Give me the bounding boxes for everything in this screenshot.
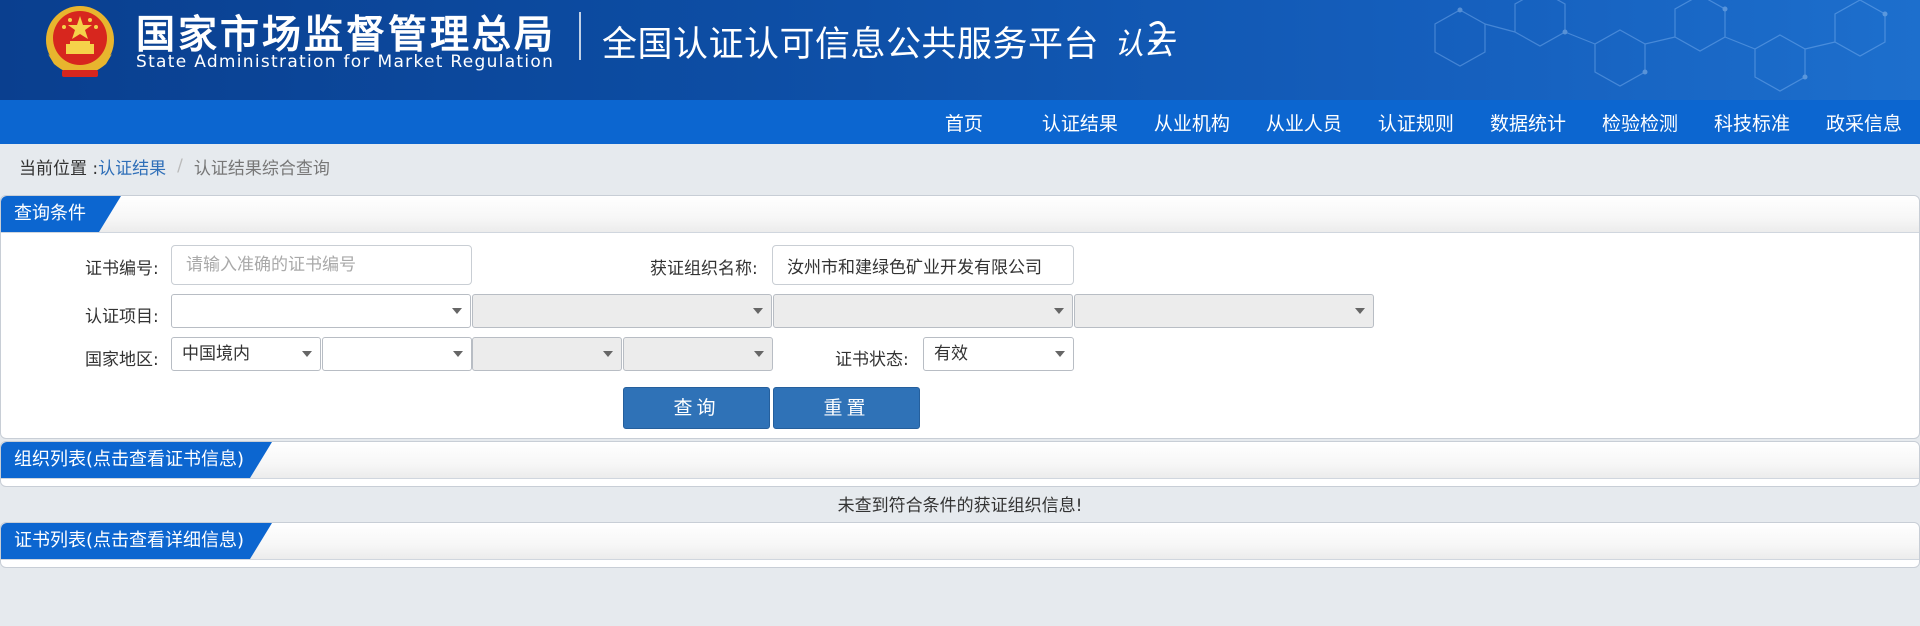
national-emblem-icon bbox=[46, 6, 114, 77]
nav-list: 首页 认证结果 从业机构 从业人员 认证规则 数据统计 检验检测 科技标准 政采… bbox=[945, 100, 1902, 144]
region-select-district[interactable] bbox=[623, 337, 773, 371]
chevron-down-icon bbox=[753, 308, 763, 314]
site-header: 国家市场监督管理总局 State Administration for Mark… bbox=[0, 0, 1920, 100]
breadcrumb: 当前位置 : 认证结果 / 认证结果综合查询 bbox=[0, 144, 1920, 188]
breadcrumb-separator: / bbox=[177, 156, 183, 176]
project-select-1[interactable] bbox=[171, 294, 471, 328]
breadcrumb-link[interactable]: 认证结果 bbox=[98, 154, 166, 179]
cert-no-input[interactable] bbox=[171, 245, 472, 285]
status-label: 证书状态: bbox=[835, 350, 909, 370]
chevron-down-icon bbox=[453, 351, 463, 357]
nav-item-personnel[interactable]: 从业人员 bbox=[1266, 109, 1342, 136]
project-select-4[interactable] bbox=[1074, 294, 1374, 328]
status-select[interactable]: 有效 bbox=[923, 337, 1074, 371]
nav-item-standards[interactable]: 科技标准 bbox=[1714, 109, 1790, 136]
chevron-down-icon bbox=[1054, 308, 1064, 314]
nav-item-procurement[interactable]: 政采信息 bbox=[1826, 109, 1902, 136]
org-list-panel: 组织列表(点击查看证书信息) bbox=[0, 441, 1920, 487]
query-panel-header: 查询条件 bbox=[1, 196, 1919, 233]
breadcrumb-current: 认证结果综合查询 bbox=[193, 158, 330, 179]
chevron-down-icon bbox=[302, 351, 312, 357]
cert-list-panel-title: 证书列表(点击查看详细信息) bbox=[1, 523, 272, 559]
reset-button[interactable]: 重置 bbox=[773, 387, 920, 429]
cert-list-panel: 证书列表(点击查看详细信息) bbox=[0, 522, 1920, 568]
chevron-down-icon bbox=[1355, 308, 1365, 314]
search-button[interactable]: 查询 bbox=[623, 387, 770, 429]
chevron-down-icon bbox=[603, 351, 613, 357]
breadcrumb-prefix: 当前位置 : bbox=[19, 158, 99, 179]
platform-title: 全国认证认可信息公共服务平台 bbox=[602, 25, 1100, 65]
project-label: 认证项目: bbox=[85, 307, 159, 327]
region-select-country-value: 中国境内 bbox=[182, 344, 250, 364]
nav-item-cert-results[interactable]: 认证结果 bbox=[1042, 109, 1118, 136]
renyun-logo: 认云 bbox=[1114, 21, 1176, 62]
region-select-province[interactable] bbox=[322, 337, 472, 371]
org-name-input[interactable] bbox=[772, 245, 1074, 285]
nav-item-inspection[interactable]: 检验检测 bbox=[1602, 109, 1678, 136]
nav-item-institutions[interactable]: 从业机构 bbox=[1154, 109, 1230, 136]
renyun-logo-text: 认云 bbox=[1114, 27, 1176, 62]
region-select-city[interactable] bbox=[472, 337, 622, 371]
nav-item-statistics[interactable]: 数据统计 bbox=[1490, 109, 1566, 136]
region-label: 国家地区: bbox=[85, 350, 159, 370]
nav-item-cert-rules[interactable]: 认证规则 bbox=[1378, 109, 1454, 136]
status-select-value: 有效 bbox=[934, 344, 968, 364]
header-divider bbox=[579, 12, 581, 60]
chevron-down-icon bbox=[452, 308, 462, 314]
org-list-empty-message: 未查到符合条件的获证组织信息! bbox=[837, 496, 1083, 516]
chevron-down-icon bbox=[754, 351, 764, 357]
region-select-country[interactable]: 中国境内 bbox=[171, 337, 321, 371]
main-nav: 首页 认证结果 从业机构 从业人员 认证规则 数据统计 检验检测 科技标准 政采… bbox=[0, 100, 1920, 144]
query-panel-title: 查询条件 bbox=[1, 196, 121, 232]
org-name-label: 获证组织名称: bbox=[650, 259, 758, 279]
hexagon-pattern-decoration bbox=[1434, 0, 1888, 92]
cert-list-panel-header: 证书列表(点击查看详细信息) bbox=[1, 523, 1919, 560]
query-panel: 查询条件 证书编号: 获证组织名称: 认证项目: 国家地区: 中国境内 证书状态… bbox=[0, 195, 1920, 439]
cert-no-label: 证书编号: bbox=[85, 259, 159, 279]
org-name-en: State Administration for Market Regulati… bbox=[136, 52, 555, 72]
project-select-2[interactable] bbox=[472, 294, 772, 328]
chevron-down-icon bbox=[1055, 351, 1065, 357]
org-list-panel-header: 组织列表(点击查看证书信息) bbox=[1, 442, 1919, 479]
org-list-panel-title: 组织列表(点击查看证书信息) bbox=[1, 442, 272, 478]
nav-item-home[interactable]: 首页 bbox=[945, 109, 983, 136]
project-select-3[interactable] bbox=[773, 294, 1073, 328]
